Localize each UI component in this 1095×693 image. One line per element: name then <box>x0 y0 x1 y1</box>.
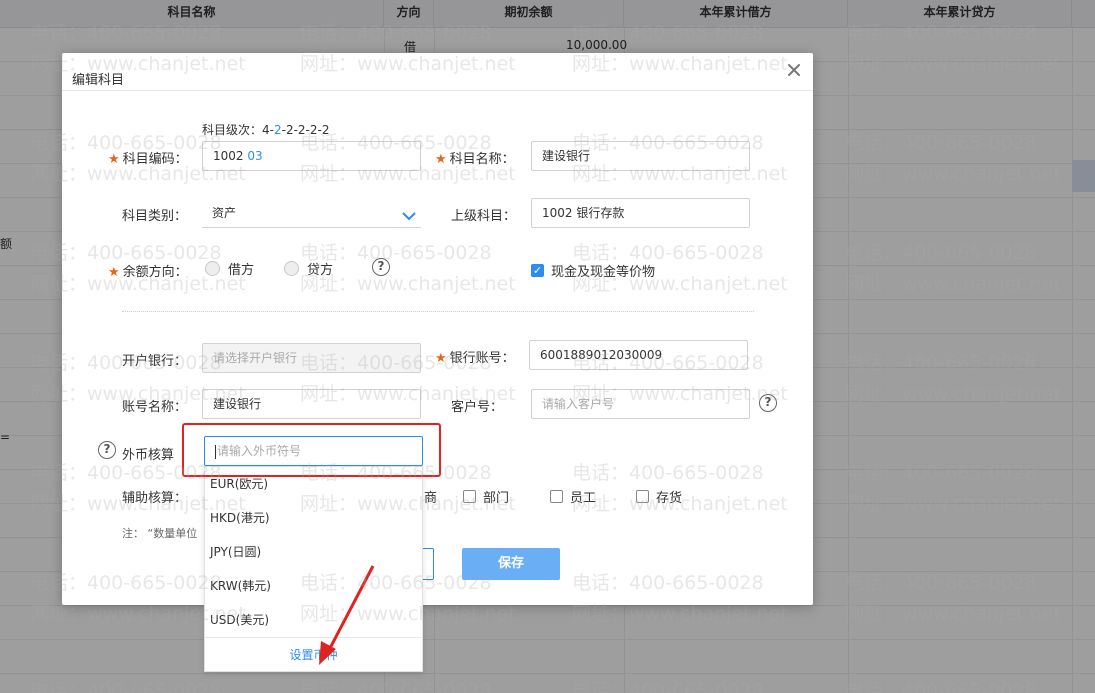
category-select[interactable]: 资产 <box>202 198 421 228</box>
account-level-hint: 科目级次：4-2-2-2-2-2 <box>202 123 330 137</box>
currency-option-eur[interactable]: EUR(欧元) <box>205 467 422 501</box>
parent-label: 上级科目： <box>451 209 517 224</box>
bank-select[interactable]: 请选择开户银行 <box>202 343 421 373</box>
aux-employee-checkbox[interactable]: 员工 <box>550 487 596 506</box>
currency-dropdown: EUR(欧元) HKD(港元) JPY(日圆) KRW(韩元) USD(美元) … <box>204 466 423 672</box>
edit-account-dialog: 编辑科目 科目级次：4-2-2-2-2-2 ★ 科目编码： 1002 03 ★ 科目… <box>62 53 813 605</box>
foreign-currency-label: 外币核算 <box>122 448 175 463</box>
section-divider <box>122 311 754 312</box>
customer-no-input[interactable]: 请输入客户号 <box>531 389 750 419</box>
required-star-icon: ★ <box>108 152 120 167</box>
currency-option-usd[interactable]: USD(美元) <box>205 603 422 637</box>
debit-radio[interactable]: 借方 <box>205 259 254 278</box>
help-icon[interactable]: ? <box>98 441 116 459</box>
title-divider <box>62 90 813 91</box>
code-label: ★ 科目编码： <box>108 152 188 167</box>
account-name-input[interactable]: 建设银行 <box>531 141 750 171</box>
parent-account-input[interactable]: 1002 银行存款 <box>531 198 750 228</box>
chevron-down-icon <box>401 205 417 221</box>
aux-partial-option: 商 <box>424 491 438 506</box>
bank-account-label: ★ 银行账号： <box>435 351 515 366</box>
auxiliary-label: 辅助核算： <box>122 491 188 506</box>
required-star-icon: ★ <box>435 152 447 167</box>
account-holder-input[interactable]: 建设银行 <box>202 389 421 419</box>
dialog-title: 编辑科目 <box>72 73 125 88</box>
level-label: 科目级次： <box>202 123 263 137</box>
category-label: 科目类别： <box>122 209 188 224</box>
currency-search-input[interactable]: 请输入外币符号 <box>204 436 423 466</box>
close-icon[interactable] <box>785 61 803 79</box>
note-text: 注： “数量单位 <box>122 527 198 540</box>
aux-inventory-checkbox[interactable]: 存货 <box>636 487 682 506</box>
name-label: ★ 科目名称： <box>435 152 515 167</box>
set-currency-link[interactable]: 设置币种 <box>205 637 422 671</box>
help-icon[interactable]: ? <box>372 258 390 276</box>
cash-equivalent-checkbox[interactable]: ✓ 现金及现金等价物 <box>531 261 655 280</box>
aux-department-checkbox[interactable]: 部门 <box>463 487 509 506</box>
customer-no-label: 客户号： <box>451 400 504 415</box>
account-code-input[interactable]: 1002 03 <box>202 141 421 171</box>
balance-direction-label: ★ 余额方向： <box>108 265 188 280</box>
currency-option-krw[interactable]: KRW(韩元) <box>205 569 422 603</box>
bank-label: 开户银行： <box>122 354 188 369</box>
checkmark-icon: ✓ <box>531 264 544 277</box>
credit-radio[interactable]: 贷方 <box>284 259 333 278</box>
currency-option-hkd[interactable]: HKD(港元) <box>205 501 422 535</box>
bank-account-input[interactable]: 6001889012030009 <box>529 340 748 370</box>
account-name-label: 账号名称： <box>122 400 188 415</box>
help-icon[interactable]: ? <box>759 394 777 412</box>
required-star-icon: ★ <box>435 351 447 366</box>
save-button[interactable]: 保存 <box>462 548 560 580</box>
currency-option-jpy[interactable]: JPY(日圆) <box>205 535 422 569</box>
required-star-icon: ★ <box>108 265 120 280</box>
